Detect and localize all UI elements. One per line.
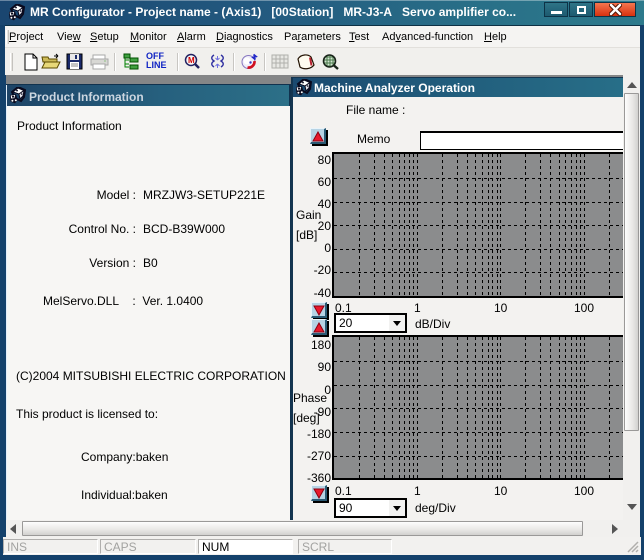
svg-text:M: M: [188, 56, 195, 65]
